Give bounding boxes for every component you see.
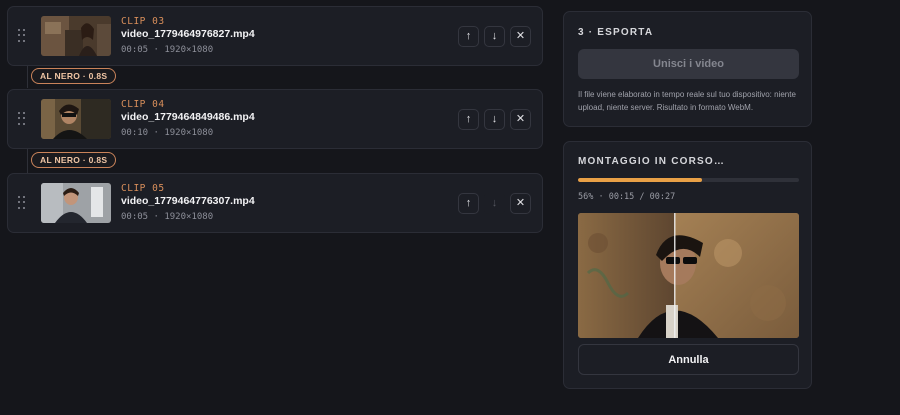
- clip-label: CLIP 03: [121, 16, 165, 27]
- clip-filename: video_1779464976827.mp4: [121, 28, 255, 40]
- video-preview: [578, 213, 799, 338]
- clip-label: CLIP 04: [121, 99, 165, 110]
- montage-panel: MONTAGGIO IN CORSO… 56% · 00:15 / 00:27: [563, 141, 812, 389]
- cancel-button[interactable]: Annulla: [578, 344, 799, 375]
- clip-filename: video_1779464849486.mp4: [121, 111, 255, 123]
- arrow-down-icon: ↓: [491, 30, 498, 42]
- remove-clip-button[interactable]: ✕: [510, 26, 531, 47]
- remove-clip-button[interactable]: ✕: [510, 109, 531, 130]
- clip-thumbnail: [41, 99, 111, 139]
- progress-text: 56% · 00:15 / 00:27: [578, 192, 676, 202]
- close-icon: ✕: [515, 30, 526, 42]
- clip-card-5: CLIP 05 video_1779464776307.mp4 00:05 · …: [7, 173, 543, 233]
- montage-title: MONTAGGIO IN CORSO…: [578, 156, 726, 167]
- timeline-connector: [27, 149, 28, 173]
- merge-videos-button[interactable]: Unisci i video: [578, 49, 799, 79]
- arrow-down-icon: ↓: [491, 113, 498, 125]
- move-down-button: ↓: [484, 193, 505, 214]
- clip-label: CLIP 05: [121, 183, 165, 194]
- drag-handle-icon[interactable]: [18, 196, 26, 210]
- export-title: 3 · ESPORTA: [578, 27, 654, 38]
- transition-badge[interactable]: AL NERO · 0.8S: [31, 152, 117, 168]
- arrow-up-icon: ↑: [465, 30, 472, 42]
- drag-handle-icon[interactable]: [18, 29, 26, 43]
- clip-filename: video_1779464776307.mp4: [121, 195, 255, 207]
- close-icon: ✕: [515, 113, 526, 125]
- arrow-down-icon: ↓: [491, 197, 498, 209]
- clip-thumbnail: [41, 16, 111, 56]
- move-up-button[interactable]: ↑: [458, 109, 479, 130]
- arrow-up-icon: ↑: [465, 197, 472, 209]
- clip-card-3: CLIP 03 video_1779464976827.mp4 00:05 · …: [7, 6, 543, 66]
- export-description: Il file viene elaborato in tempo reale s…: [578, 90, 796, 112]
- move-down-button[interactable]: ↓: [484, 109, 505, 130]
- move-down-button[interactable]: ↓: [484, 26, 505, 47]
- remove-clip-button[interactable]: ✕: [510, 193, 531, 214]
- clip-meta: 00:05 · 1920×1080: [121, 212, 214, 222]
- drag-handle-icon[interactable]: [18, 112, 26, 126]
- close-icon: ✕: [515, 197, 526, 209]
- arrow-up-icon: ↑: [465, 113, 472, 125]
- progress-bar: [578, 178, 799, 182]
- progress-fill: [578, 178, 702, 182]
- move-up-button[interactable]: ↑: [458, 193, 479, 214]
- clip-thumbnail: [41, 183, 111, 223]
- clip-meta: 00:10 · 1920×1080: [121, 128, 214, 138]
- move-up-button[interactable]: ↑: [458, 26, 479, 47]
- timeline-connector: [27, 66, 28, 88]
- transition-badge[interactable]: AL NERO · 0.8S: [31, 68, 117, 84]
- export-panel: 3 · ESPORTA Unisci i video Il file viene…: [563, 11, 812, 127]
- clip-meta: 00:05 · 1920×1080: [121, 45, 214, 55]
- clip-card-4: CLIP 04 video_1779464849486.mp4 00:10 · …: [7, 89, 543, 149]
